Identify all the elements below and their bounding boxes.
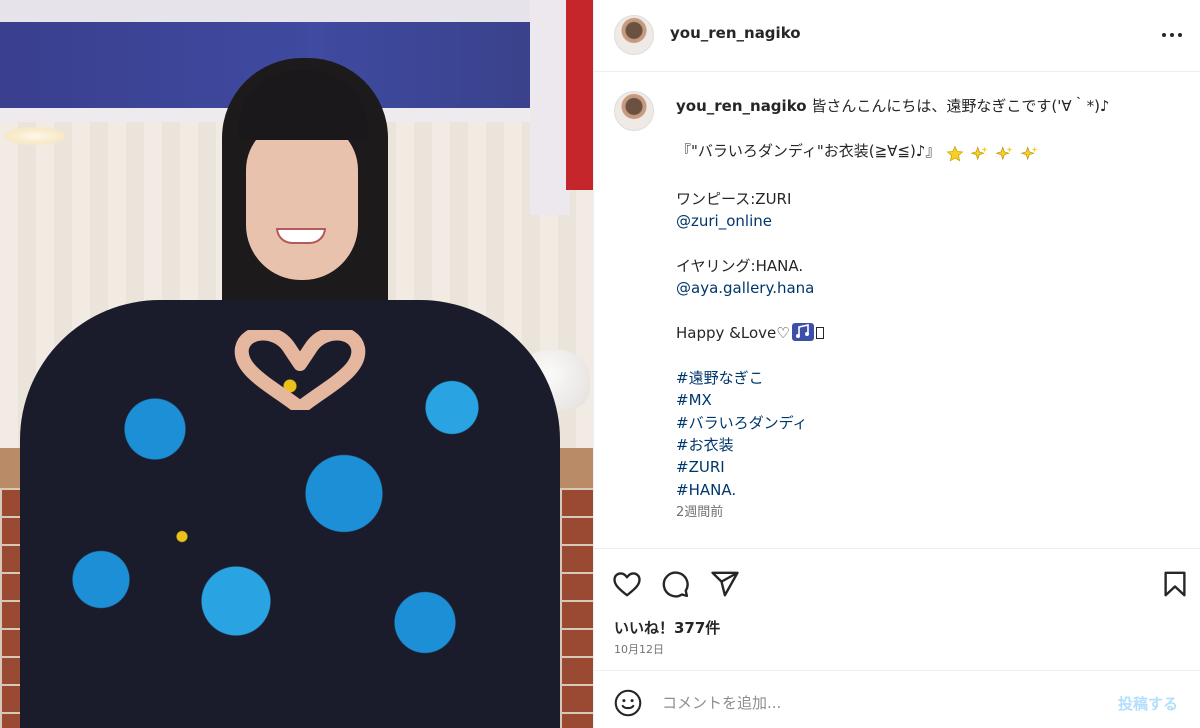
post-date: 10月12日 <box>614 643 664 656</box>
photo-red-wall <box>566 0 593 190</box>
caption-line-2: 『"バラいろダンディ"お衣装(≧∀≦)♪』 <box>676 140 1181 165</box>
hashtag-link[interactable]: #遠野なぎこ <box>676 367 1181 389</box>
heart-icon[interactable] <box>612 569 642 599</box>
caption-greeting: 皆さんこんにちは、遠野なぎこです('∀｀*)♪ <box>806 97 1110 115</box>
hashtag-link[interactable]: #バラいろダンディ <box>676 412 1181 434</box>
share-icon[interactable] <box>710 569 740 599</box>
hashtag-link[interactable]: #HANA. <box>676 479 1181 501</box>
smiley-icon[interactable] <box>614 689 642 717</box>
caption-line-1: you_ren_nagiko 皆さんこんにちは、遠野なぎこです('∀｀*)♪ <box>676 95 1181 117</box>
more-horizontal-icon[interactable] <box>1160 25 1184 45</box>
hashtag-link[interactable]: #MX <box>676 389 1181 411</box>
hashtag-link[interactable]: #ZURI <box>676 456 1181 478</box>
comment-icon[interactable] <box>660 569 690 599</box>
post-action-bar <box>594 548 1200 616</box>
musical-notes-emoji-icon <box>791 323 814 341</box>
star-emoji-icon <box>947 145 964 162</box>
bookmark-icon[interactable] <box>1160 569 1190 599</box>
post-caption: you_ren_nagiko 皆さんこんにちは、遠野なぎこです('∀｀*)♪ 『… <box>594 73 1200 546</box>
mention-link-aya-gallery[interactable]: @aya.gallery.hana <box>676 277 1181 299</box>
caption-text: you_ren_nagiko 皆さんこんにちは、遠野なぎこです('∀｀*)♪ 『… <box>676 95 1181 501</box>
sparkles-emoji-icon <box>971 146 988 161</box>
photo-heart-hands <box>234 330 366 410</box>
avatar[interactable] <box>614 15 654 55</box>
missing-glyph-icon <box>815 327 824 339</box>
photo-lamp <box>4 127 66 145</box>
post-detail-panel: you_ren_nagiko you_ren_nagiko 皆さんこんにちは、遠… <box>593 0 1200 728</box>
caption-happy-love: Happy &Love♡ <box>676 322 1181 344</box>
post-header: you_ren_nagiko <box>594 0 1200 72</box>
post-username[interactable]: you_ren_nagiko <box>670 24 801 42</box>
photo-shelf <box>0 0 545 22</box>
comment-input[interactable] <box>662 689 1102 717</box>
sparkles-emoji-icon <box>995 146 1013 161</box>
caption-avatar[interactable] <box>614 91 654 131</box>
mention-link-zuri[interactable]: @zuri_online <box>676 210 1181 232</box>
hashtag-link[interactable]: #お衣装 <box>676 434 1181 456</box>
caption-costume-title: 『"バラいろダンディ"お衣装(≧∀≦)♪』 <box>676 141 941 160</box>
post-comment-button[interactable]: 投稿する <box>1118 693 1178 714</box>
caption-dress-brand: ワンピース:ZURI <box>676 189 792 208</box>
photo-shelf-side <box>530 0 570 215</box>
post-photo[interactable] <box>0 0 593 728</box>
like-count[interactable]: いいね！377件 <box>614 617 720 638</box>
photo-person-face <box>246 120 358 280</box>
sparkles-emoji-icon <box>1020 146 1038 161</box>
caption-earring-brand: イヤリング:HANA. <box>676 256 804 275</box>
comment-bar: 投稿する <box>594 670 1200 728</box>
caption-username[interactable]: you_ren_nagiko <box>676 97 807 115</box>
sparkle-emojis <box>946 143 1040 165</box>
caption-time-ago[interactable]: 2週間前 <box>676 501 723 520</box>
